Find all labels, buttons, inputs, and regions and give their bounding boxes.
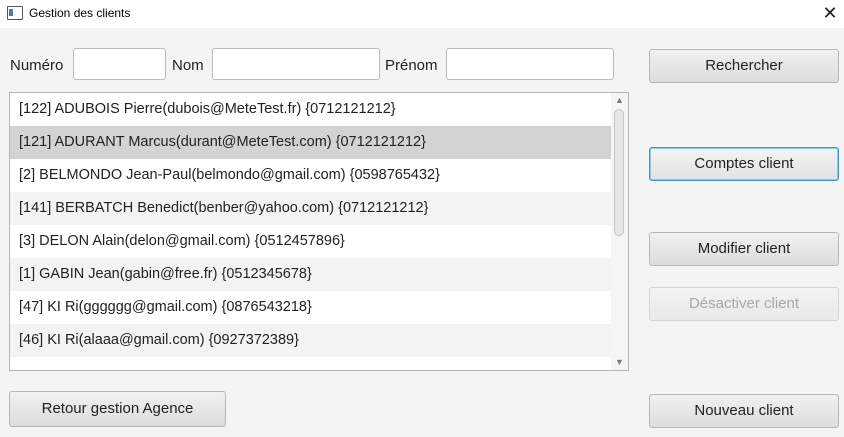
client-list-item[interactable]: [1] GABIN Jean(gabin@free.fr) {051234567… [10,258,611,291]
app-window-icon [7,6,23,20]
title-bar: Gestion des clients ✕ [0,0,844,28]
numero-input[interactable] [73,48,166,80]
scroll-down-icon[interactable]: ▼ [611,355,628,370]
scrollbar-thumb[interactable] [614,109,624,236]
client-list-item[interactable]: [46] KI Ri(alaaa@gmail.com) {0927372389} [10,324,611,357]
client-list-item[interactable]: [121] ADURANT Marcus(durant@MeteTest.com… [10,126,611,159]
client-list-item[interactable]: [3] DELON Alain(delon@gmail.com) {051245… [10,225,611,258]
prenom-label: Prénom [385,57,438,74]
close-icon[interactable]: ✕ [816,0,844,28]
prenom-input[interactable] [446,48,614,80]
modify-client-button[interactable]: Modifier client [649,232,839,266]
new-client-button[interactable]: Nouveau client [649,394,839,428]
list-scrollbar[interactable]: ▲ ▼ [611,93,628,370]
client-list-item[interactable]: [2] BELMONDO Jean-Paul(belmondo@gmail.co… [10,159,611,192]
scroll-up-icon[interactable]: ▲ [611,93,628,108]
search-button[interactable]: Rechercher [649,49,839,83]
client-list-item[interactable]: [47] KI Ri(gggggg@gmail.com) {0876543218… [10,291,611,324]
nom-input[interactable] [212,48,380,80]
client-list-item[interactable]: [141] BERBATCH Benedict(benber@yahoo.com… [10,192,611,225]
client-list-item[interactable]: [122] ADUBOIS Pierre(dubois@MeteTest.fr)… [10,93,611,126]
client-list[interactable]: [122] ADUBOIS Pierre(dubois@MeteTest.fr)… [9,92,629,371]
deactivate-client-button[interactable]: Désactiver client [649,287,839,321]
window-title: Gestion des clients [29,6,131,20]
numero-label: Numéro [10,57,64,74]
client-accounts-button[interactable]: Comptes client [649,147,839,181]
nom-label: Nom [172,57,204,74]
back-to-agency-button[interactable]: Retour gestion Agence [9,391,226,427]
